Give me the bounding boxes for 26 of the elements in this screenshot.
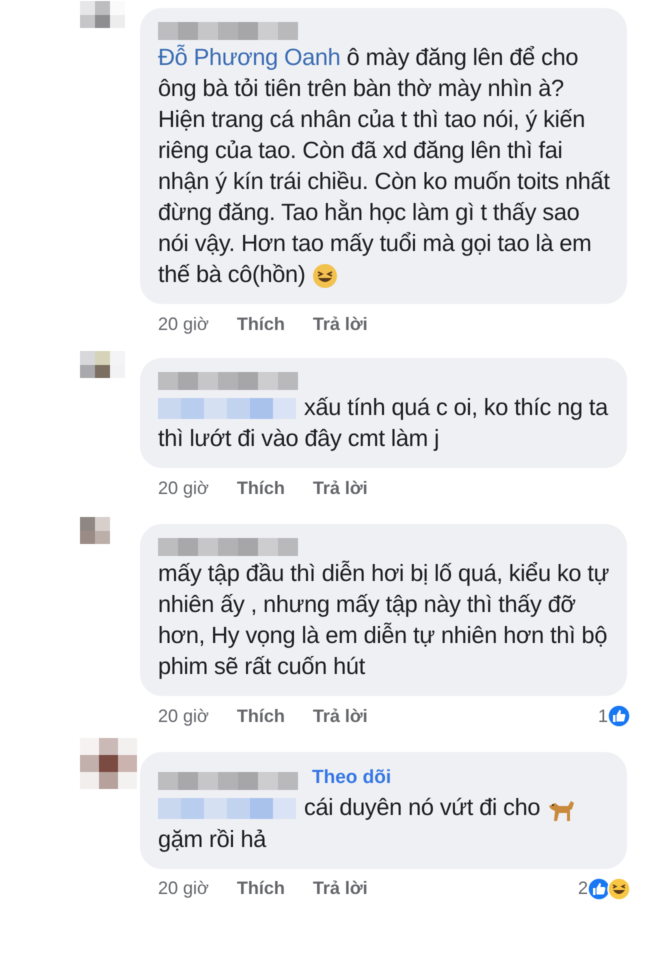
reply-button[interactable]: Trả lời [312,474,368,502]
comment-text: Đỗ Phương Oanh ô mày đăng lên để cho ông bà tỏi tiên trên bàn thờ mày nhìn à? Hiện trang cá nhân của t thì tao nói, ý kiến riêng của tao. Còn đã xd đăng lên thì fai nhận ý kín trái chiều. Còn ko muốn toits nhất đừng đăng. Tao hằn học làm gì t thấy sao nói vậy. Hơn tao mấy tuổi mà gọi tao là em thế bà cô(hồn) [158,42,615,290]
reaction-count: 1 [598,704,608,728]
pixelated-avatar [80,351,125,378]
like-button[interactable]: Thích [236,702,285,730]
pixelated-avatar [80,738,137,790]
comment-time: 20 giờ [158,877,209,900]
reply-button[interactable]: Trả lời [312,310,368,338]
pixelated-avatar [80,517,110,544]
like-button[interactable]: Thích [236,310,285,338]
like-button[interactable]: Thích [236,875,285,902]
comment-text: cái duyên nó vứt đi cho gặm rồi hả [158,792,615,855]
comment-text: xấu tính quá c oi, ko thíc ng ta thì lướt đi vào đây cmt làm j [158,393,610,453]
comment-time: 20 giờ [158,704,209,728]
comment-text: mấy tập đầu thì diễn hơi bị lố quá, kiểu ko tự nhiên ấy , nhưng mấy tập này thì thấy đỡ hơn, Hy vọng là em diễn tự nhiên hơn thì bộ phim sẽ rất cuốn hút [158,559,610,681]
mention-link[interactable]: Đỗ Phương Oanh [158,44,347,70]
laughing-face-icon [311,262,340,290]
reaction-count: 2 [578,877,588,900]
comment-time: 20 giờ [158,476,209,500]
comment-time: 20 giờ [158,312,209,336]
like-button[interactable]: Thích [236,474,285,502]
laughing-face-icon [607,876,631,901]
reply-button[interactable]: Trả lời [312,875,368,902]
reply-button[interactable]: Trả lời [312,702,368,730]
like-icon [607,704,631,728]
follow-link[interactable]: Theo dõi [312,766,392,790]
